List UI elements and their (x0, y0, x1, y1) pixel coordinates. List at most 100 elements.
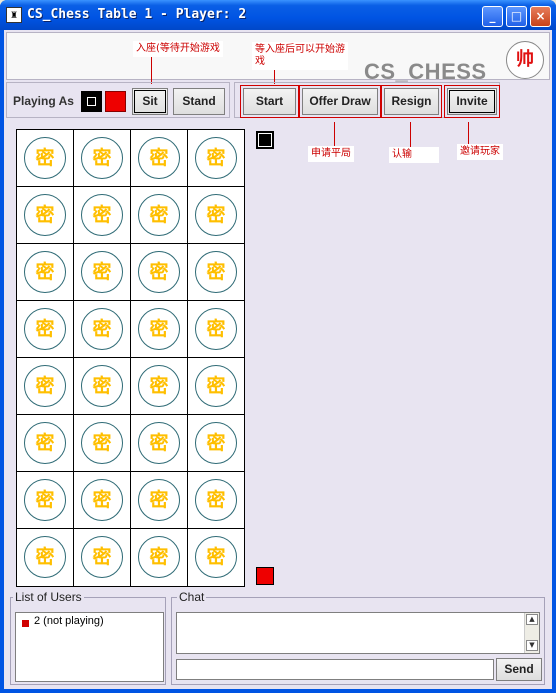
board-cell[interactable]: 密 (74, 130, 131, 187)
board-cell[interactable]: 密 (188, 358, 245, 415)
chess-rook-icon: ♜ (6, 7, 22, 23)
board-cell[interactable]: 密 (131, 244, 188, 301)
hidden-piece[interactable]: 密 (138, 308, 180, 350)
minimize-button[interactable]: _ (482, 6, 503, 27)
send-button[interactable]: Send (496, 658, 542, 681)
board-cell[interactable]: 密 (17, 358, 74, 415)
client-area: CS_CHESS 帅 入座(等待开始游戏 等入座后可以开始游戏 Playing … (4, 30, 552, 689)
board-cell[interactable]: 密 (74, 187, 131, 244)
hidden-piece[interactable]: 密 (81, 308, 123, 350)
hidden-piece[interactable]: 密 (195, 479, 237, 521)
hidden-piece[interactable]: 密 (195, 251, 237, 293)
app-window: ♜ CS_Chess Table 1 - Player: 2 _ □ × CS_… (0, 0, 556, 693)
board-cell[interactable]: 密 (188, 244, 245, 301)
hidden-piece[interactable]: 密 (195, 308, 237, 350)
hidden-piece[interactable]: 密 (81, 251, 123, 293)
hidden-piece[interactable]: 密 (81, 536, 123, 578)
hidden-piece[interactable]: 密 (81, 365, 123, 407)
board-cell[interactable]: 密 (188, 472, 245, 529)
hidden-piece[interactable]: 密 (24, 479, 66, 521)
board-cell[interactable]: 密 (131, 529, 188, 586)
resign-button[interactable]: Resign (384, 88, 439, 115)
hidden-piece[interactable]: 密 (138, 536, 180, 578)
close-button[interactable]: × (530, 6, 551, 27)
maximize-button[interactable]: □ (506, 6, 527, 27)
hidden-piece[interactable]: 密 (24, 137, 66, 179)
hidden-piece[interactable]: 密 (24, 194, 66, 236)
users-panel: List of Users 2 (not playing) (10, 590, 166, 685)
sit-button[interactable]: Sit (132, 88, 168, 115)
hidden-piece[interactable]: 密 (138, 194, 180, 236)
hidden-piece[interactable]: 密 (81, 479, 123, 521)
board-cell[interactable]: 密 (17, 472, 74, 529)
hidden-piece[interactable]: 密 (138, 479, 180, 521)
maximize-icon: □ (510, 9, 523, 23)
hidden-piece[interactable]: 密 (195, 422, 237, 464)
hidden-piece[interactable]: 密 (24, 422, 66, 464)
hidden-piece[interactable]: 密 (24, 536, 66, 578)
chat-scrollbar[interactable]: ▲ ▼ (524, 613, 539, 653)
annotation-offer-draw: 申请平局 (308, 146, 354, 162)
hidden-piece[interactable]: 密 (138, 251, 180, 293)
board-cell[interactable]: 密 (131, 472, 188, 529)
board-cell[interactable]: 密 (188, 415, 245, 472)
hidden-piece[interactable]: 密 (24, 251, 66, 293)
board-cell[interactable]: 密 (74, 358, 131, 415)
user-list[interactable]: 2 (not playing) (15, 612, 164, 682)
board-cell[interactable]: 密 (188, 301, 245, 358)
invite-button[interactable]: Invite (447, 88, 497, 115)
board-cell[interactable]: 密 (74, 244, 131, 301)
board-cell[interactable]: 密 (74, 529, 131, 586)
hidden-piece[interactable]: 密 (138, 422, 180, 464)
hidden-piece[interactable]: 密 (195, 194, 237, 236)
board-cell[interactable]: 密 (188, 130, 245, 187)
scroll-up-icon[interactable]: ▲ (526, 614, 538, 625)
hidden-piece[interactable]: 密 (195, 137, 237, 179)
hidden-piece[interactable]: 密 (81, 137, 123, 179)
annotation-sit-pointer (151, 57, 152, 84)
black-turn-indicator (256, 131, 274, 149)
board-cell[interactable]: 密 (74, 472, 131, 529)
board-cell[interactable]: 密 (17, 187, 74, 244)
hidden-piece[interactable]: 密 (138, 137, 180, 179)
board-cell[interactable]: 密 (74, 301, 131, 358)
scroll-down-icon[interactable]: ▼ (526, 640, 538, 651)
chat-panel: Chat ▲ ▼ Send (171, 590, 545, 685)
minimize-icon: _ (489, 9, 496, 23)
hidden-piece[interactable]: 密 (24, 308, 66, 350)
offer-draw-button[interactable]: Offer Draw (302, 88, 378, 115)
red-side-swatch[interactable] (105, 91, 126, 112)
board-cell[interactable]: 密 (131, 415, 188, 472)
chat-panel-title: Chat (177, 590, 207, 604)
list-item[interactable]: 2 (not playing) (34, 615, 104, 627)
board-cell[interactable]: 密 (131, 187, 188, 244)
board-cell[interactable]: 密 (74, 415, 131, 472)
annotation-invite: 邀请玩家 (457, 144, 503, 160)
hidden-piece[interactable]: 密 (195, 536, 237, 578)
black-side-swatch[interactable] (81, 91, 102, 112)
hidden-piece[interactable]: 密 (24, 365, 66, 407)
board-cell[interactable]: 密 (17, 244, 74, 301)
annotation-start: 等入座后可以开始游戏 (252, 42, 348, 70)
hidden-piece[interactable]: 密 (195, 365, 237, 407)
chat-history[interactable]: ▲ ▼ (176, 612, 540, 654)
annotation-resign: 认输 (389, 147, 439, 163)
board-cell[interactable]: 密 (17, 529, 74, 586)
board-cell[interactable]: 密 (17, 301, 74, 358)
close-icon: × (535, 9, 546, 23)
board-cell[interactable]: 密 (131, 358, 188, 415)
game-board[interactable]: 密密密密密密密密密密密密密密密密密密密密密密密密密密密密密密密密 (16, 129, 245, 587)
hidden-piece[interactable]: 密 (81, 194, 123, 236)
start-button[interactable]: Start (243, 88, 296, 115)
board-cell[interactable]: 密 (131, 130, 188, 187)
board-cell[interactable]: 密 (188, 529, 245, 586)
hidden-piece[interactable]: 密 (81, 422, 123, 464)
title-bar[interactable]: ♜ CS_Chess Table 1 - Player: 2 _ □ × (0, 0, 556, 30)
board-cell[interactable]: 密 (131, 301, 188, 358)
hidden-piece[interactable]: 密 (138, 365, 180, 407)
board-cell[interactable]: 密 (188, 187, 245, 244)
board-cell[interactable]: 密 (17, 415, 74, 472)
stand-button[interactable]: Stand (173, 88, 225, 115)
board-cell[interactable]: 密 (17, 130, 74, 187)
chat-input[interactable] (176, 659, 494, 680)
